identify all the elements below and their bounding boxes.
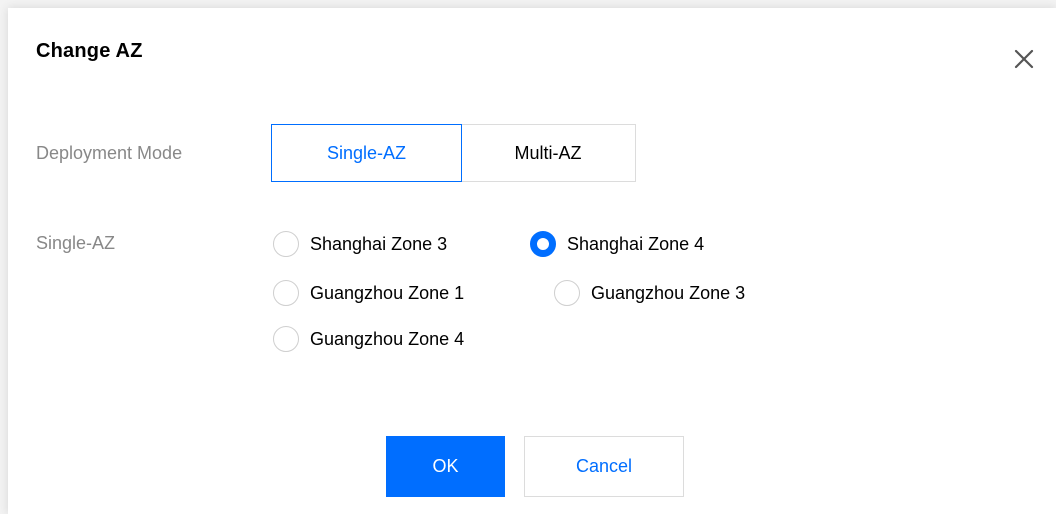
radio-unchecked-icon xyxy=(273,280,299,306)
radio-checked-icon xyxy=(530,231,556,257)
radio-guangzhou-zone-3[interactable]: Guangzhou Zone 3 xyxy=(554,280,745,306)
close-button[interactable] xyxy=(1009,44,1039,74)
change-az-dialog: Change AZ Deployment Mode Single-AZ Mult… xyxy=(8,8,1056,514)
radio-label: Shanghai Zone 3 xyxy=(310,233,448,254)
single-az-label: Single-AZ xyxy=(36,233,116,253)
radio-unchecked-icon xyxy=(273,326,299,352)
deployment-mode-label: Deployment Mode xyxy=(36,143,183,163)
radio-label: Shanghai Zone 4 xyxy=(567,233,705,254)
close-icon xyxy=(1014,49,1034,69)
cancel-button[interactable]: Cancel xyxy=(524,436,684,497)
radio-guangzhou-zone-1[interactable]: Guangzhou Zone 1 xyxy=(273,280,464,306)
dialog-title: Change AZ xyxy=(36,40,143,62)
ok-button[interactable]: OK xyxy=(386,436,505,497)
radio-shanghai-zone-3[interactable]: Shanghai Zone 3 xyxy=(273,231,447,257)
radio-label: Guangzhou Zone 3 xyxy=(591,282,746,303)
radio-unchecked-icon xyxy=(273,231,299,257)
radio-shanghai-zone-4[interactable]: Shanghai Zone 4 xyxy=(530,231,704,257)
radio-label: Guangzhou Zone 4 xyxy=(310,328,465,349)
radio-guangzhou-zone-4[interactable]: Guangzhou Zone 4 xyxy=(273,326,464,352)
single-az-segment-button[interactable]: Single-AZ xyxy=(271,124,462,182)
multi-az-segment-button[interactable]: Multi-AZ xyxy=(461,124,636,182)
radio-unchecked-icon xyxy=(554,280,580,306)
radio-label: Guangzhou Zone 1 xyxy=(310,282,465,303)
